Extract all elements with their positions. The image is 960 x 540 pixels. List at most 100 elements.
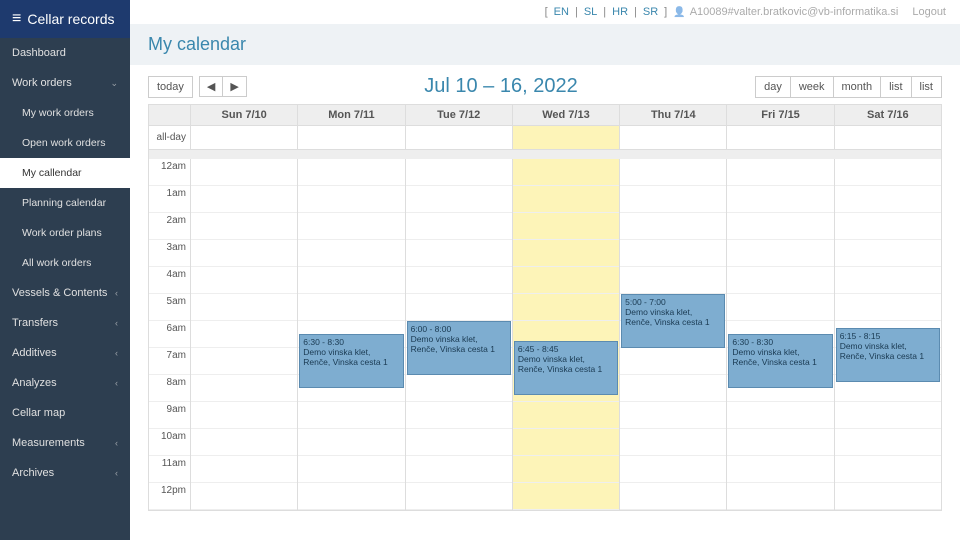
time-label: 11am <box>149 456 190 483</box>
time-label: 12pm <box>149 483 190 510</box>
time-label: 3am <box>149 240 190 267</box>
page-title-bar: My calendar <box>130 24 960 65</box>
next-button[interactable]: ▶ <box>223 76 246 97</box>
lang-bracket: ] <box>664 6 667 18</box>
calendar-event[interactable]: 5:00 - 7:00Demo vinska klet, Renče, Vins… <box>621 294 725 348</box>
chevron-left-icon: ‹ <box>115 348 118 358</box>
time-label: 9am <box>149 402 190 429</box>
day-columns: 6:30 - 8:30Demo vinska klet, Renče, Vins… <box>191 159 941 510</box>
allday-cell[interactable] <box>835 126 941 149</box>
nav-my-work-orders[interactable]: My work orders <box>0 98 130 128</box>
today-button[interactable]: today <box>148 76 193 98</box>
day-header: Fri 7/15 <box>727 105 834 125</box>
day-column[interactable]: 5:00 - 7:00Demo vinska klet, Renče, Vins… <box>620 159 727 510</box>
user-info: A10089#valter.bratkovic@vb-informatika.s… <box>673 6 898 18</box>
chevron-left-icon: ‹ <box>115 288 118 298</box>
time-grid: 12am1am2am3am4am5am6am7am8am9am10am11am1… <box>149 159 941 510</box>
event-time: 6:45 - 8:45 <box>518 344 614 354</box>
nav-all-work-orders[interactable]: All work orders <box>0 248 130 278</box>
event-time: 6:30 - 8:30 <box>732 337 828 347</box>
view-list-button[interactable]: list <box>881 76 911 98</box>
allday-cell[interactable] <box>513 126 620 149</box>
allday-cell[interactable] <box>727 126 834 149</box>
calendar-grid: Sun 7/10Mon 7/11Tue 7/12Wed 7/13Thu 7/14… <box>148 104 942 511</box>
time-label: 8am <box>149 375 190 402</box>
event-text: Demo vinska klet, Renče, Vinska cesta 1 <box>518 354 614 374</box>
view-month-button[interactable]: month <box>834 76 882 98</box>
nav-archives[interactable]: Archives‹ <box>0 458 130 488</box>
allday-label: all-day <box>149 126 191 149</box>
nav-transfers[interactable]: Transfers‹ <box>0 308 130 338</box>
allday-row: all-day <box>149 125 941 149</box>
nav-my-calendar[interactable]: My callendar <box>0 158 130 188</box>
day-column[interactable]: 6:15 - 8:15Demo vinska klet, Renče, Vins… <box>835 159 941 510</box>
event-text: Demo vinska klet, Renče, Vinska cesta 1 <box>625 307 721 327</box>
allday-cell[interactable] <box>191 126 298 149</box>
nav-measurements[interactable]: Measurements‹ <box>0 428 130 458</box>
event-text: Demo vinska klet, Renče, Vinska cesta 1 <box>840 341 936 361</box>
event-time: 6:00 - 8:00 <box>411 324 507 334</box>
lang-bracket: [ <box>545 6 548 18</box>
calendar-event[interactable]: 6:30 - 8:30Demo vinska klet, Renče, Vins… <box>728 334 832 388</box>
time-label: 6am <box>149 321 190 348</box>
hamburger-icon[interactable]: ≡ <box>12 10 21 28</box>
day-column[interactable]: 6:30 - 8:30Demo vinska klet, Renče, Vins… <box>727 159 834 510</box>
event-text: Demo vinska klet, Renče, Vinska cesta 1 <box>732 347 828 367</box>
nav-dashboard[interactable]: Dashboard <box>0 38 130 68</box>
calendar-event[interactable]: 6:45 - 8:45Demo vinska klet, Renče, Vins… <box>514 341 618 395</box>
calendar-event[interactable]: 6:30 - 8:30Demo vinska klet, Renče, Vins… <box>299 334 403 388</box>
prev-button[interactable]: ◀ <box>199 76 223 97</box>
lang-sr[interactable]: SR <box>643 6 658 18</box>
chevron-left-icon: ‹ <box>115 468 118 478</box>
time-label: 10am <box>149 429 190 456</box>
calendar-event[interactable]: 6:15 - 8:15Demo vinska klet, Renče, Vins… <box>836 328 940 382</box>
nav-work-orders[interactable]: Work orders⌄ <box>0 68 130 98</box>
chevron-down-icon: ⌄ <box>110 78 118 89</box>
day-column[interactable] <box>191 159 298 510</box>
day-header: Thu 7/14 <box>620 105 727 125</box>
allday-cell[interactable] <box>620 126 727 149</box>
nav-open-work-orders[interactable]: Open work orders <box>0 128 130 158</box>
page-title: My calendar <box>148 34 942 55</box>
event-time: 6:15 - 8:15 <box>840 331 936 341</box>
nav-additives[interactable]: Additives‹ <box>0 338 130 368</box>
event-time: 6:30 - 8:30 <box>303 337 399 347</box>
calendar-header-row: Sun 7/10Mon 7/11Tue 7/12Wed 7/13Thu 7/14… <box>149 105 941 125</box>
main-content: [ EN| SL| HR| SR ] A10089#valter.bratkov… <box>130 0 960 540</box>
time-label: 5am <box>149 294 190 321</box>
spacer-row <box>149 149 941 159</box>
day-column[interactable]: 6:00 - 8:00Demo vinska klet, Renče, Vins… <box>406 159 513 510</box>
calendar-event[interactable]: 6:00 - 8:00Demo vinska klet, Renče, Vins… <box>407 321 511 375</box>
allday-cell[interactable] <box>298 126 405 149</box>
time-label: 2am <box>149 213 190 240</box>
lang-en[interactable]: EN <box>554 6 569 18</box>
time-label: 7am <box>149 348 190 375</box>
nav-vessels[interactable]: Vessels & Contents‹ <box>0 278 130 308</box>
chevron-left-icon: ‹ <box>115 318 118 328</box>
nav-planning-calendar[interactable]: Planning calendar <box>0 188 130 218</box>
nav-cellar-map[interactable]: Cellar map <box>0 398 130 428</box>
day-column[interactable]: 6:30 - 8:30Demo vinska klet, Renče, Vins… <box>298 159 405 510</box>
event-text: Demo vinska klet, Renče, Vinska cesta 1 <box>411 334 507 354</box>
time-label: 1am <box>149 186 190 213</box>
day-column[interactable]: 6:45 - 8:45Demo vinska klet, Renče, Vins… <box>513 159 620 510</box>
allday-cell[interactable] <box>406 126 513 149</box>
event-time: 5:00 - 7:00 <box>625 297 721 307</box>
time-label: 12am <box>149 159 190 186</box>
logout-link[interactable]: Logout <box>912 6 946 18</box>
view-week-button[interactable]: week <box>791 76 834 98</box>
lang-hr[interactable]: HR <box>612 6 628 18</box>
time-labels-column: 12am1am2am3am4am5am6am7am8am9am10am11am1… <box>149 159 191 510</box>
view-list2-button[interactable]: list <box>912 76 942 98</box>
view-day-button[interactable]: day <box>755 76 791 98</box>
calendar-wrap: today ◀ ▶ Jul 10 – 16, 2022 day week mon… <box>130 65 960 540</box>
lang-sl[interactable]: SL <box>584 6 597 18</box>
topbar: [ EN| SL| HR| SR ] A10089#valter.bratkov… <box>130 0 960 24</box>
nav-work-order-plans[interactable]: Work order plans <box>0 218 130 248</box>
time-label: 4am <box>149 267 190 294</box>
day-header: Tue 7/12 <box>406 105 513 125</box>
day-header: Sun 7/10 <box>191 105 298 125</box>
time-column-header <box>149 105 191 125</box>
calendar-toolbar: today ◀ ▶ Jul 10 – 16, 2022 day week mon… <box>148 75 942 98</box>
nav-analyzes[interactable]: Analyzes‹ <box>0 368 130 398</box>
